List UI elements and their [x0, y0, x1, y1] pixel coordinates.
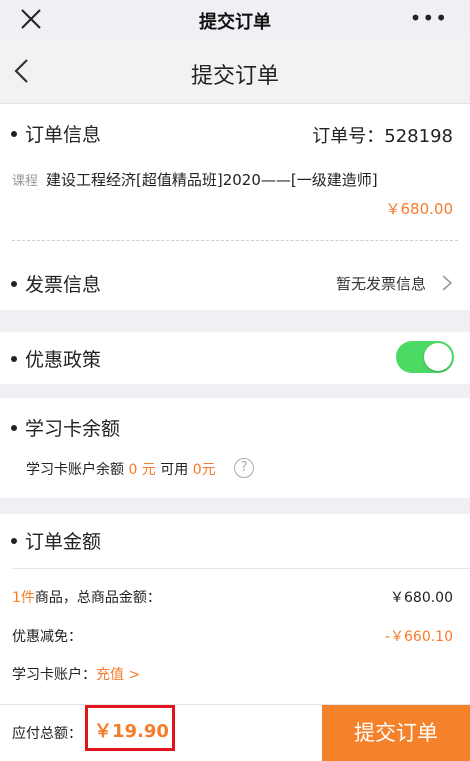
- order-info-heading: 订单信息: [11, 120, 101, 147]
- submit-order-button[interactable]: 提交订单: [322, 705, 470, 761]
- course-price: ￥680.00: [385, 200, 454, 218]
- checkout-bar: 应付总额： ￥19.90 提交订单: [0, 704, 470, 761]
- chevron-right-icon[interactable]: [441, 274, 453, 292]
- items-total: ￥680.00: [390, 590, 453, 606]
- discount-toggle[interactable]: [396, 341, 454, 373]
- course-tag: 课程: [12, 174, 39, 189]
- window-title: 提交订单: [199, 12, 271, 33]
- discount-section: 优惠政策: [0, 332, 470, 384]
- course-name: 建设工程经济[超值精品班]2020——[一级建造师]: [46, 171, 378, 189]
- discount-value: -￥660.10: [384, 629, 453, 645]
- order-amount-section: 订单金额 1件商品，总商品金额： ￥680.00 优惠减免： -￥660.10 …: [0, 514, 470, 704]
- invoice-title: 发票信息: [25, 274, 102, 296]
- dashed-divider: [12, 240, 458, 241]
- recharge-link[interactable]: 充值 >: [96, 667, 140, 683]
- window-bar: 提交订单 •••: [0, 0, 470, 38]
- bullet-icon: [11, 355, 17, 362]
- items-total-row: 1件商品，总商品金额： ￥680.00: [12, 587, 453, 607]
- study-card-heading: 学习卡余额: [11, 414, 120, 441]
- order-amount-title: 订单金额: [25, 531, 102, 553]
- discount-row: 优惠减免： -￥660.10: [12, 626, 453, 646]
- order-amount-heading: 订单金额: [11, 527, 101, 554]
- card-account-label: 学习卡账户：: [12, 667, 96, 683]
- total-value: ￥19.90: [94, 721, 169, 742]
- discount-label: 优惠减免：: [12, 629, 82, 645]
- order-info-title: 订单信息: [25, 124, 102, 146]
- course-row: 课程 建设工程经济[超值精品班]2020——[一级建造师]: [12, 169, 378, 190]
- bullet-icon: [11, 537, 17, 544]
- bullet-icon: [11, 424, 17, 431]
- order-number: 订单号：528198: [312, 126, 453, 147]
- balance-value: 0 元: [128, 462, 156, 478]
- invoice-status[interactable]: 暂无发票信息: [336, 273, 426, 294]
- bullet-icon: [11, 280, 17, 287]
- available-label: 可用: [160, 462, 189, 478]
- bullet-icon: [11, 130, 17, 137]
- balance-label: 学习卡账户余额: [26, 462, 124, 478]
- discount-heading: 优惠政策: [11, 345, 101, 372]
- study-card-section: 学习卡余额 学习卡账户余额 0 元 可用 0元 ?: [0, 398, 470, 498]
- study-card-title: 学习卡余额: [25, 418, 121, 440]
- total-label: 应付总额：: [12, 726, 82, 742]
- invoice-heading: 发票信息: [11, 270, 101, 297]
- order-info-section: 订单信息 订单号：528198 课程 建设工程经济[超值精品班]2020——[一级…: [0, 104, 470, 254]
- discount-title: 优惠政策: [25, 349, 102, 371]
- items-count: 1件: [12, 590, 35, 606]
- nav-bar: 提交订单: [0, 38, 470, 104]
- help-icon[interactable]: ?: [234, 458, 255, 478]
- toggle-knob: [424, 343, 452, 371]
- divider: [12, 568, 470, 569]
- items-label: 商品，总商品金额：: [34, 590, 161, 606]
- page-title: 提交订单: [190, 64, 279, 89]
- invoice-section[interactable]: 发票信息 暂无发票信息: [0, 254, 470, 310]
- total-highlight-box: ￥19.90: [85, 705, 175, 751]
- card-account-row: 学习卡账户：充值 >: [12, 664, 453, 684]
- study-card-balance-row: 学习卡账户余额 0 元 可用 0元 ?: [26, 458, 255, 480]
- available-value: 0元: [192, 462, 216, 478]
- more-options-icon[interactable]: •••: [410, 8, 448, 28]
